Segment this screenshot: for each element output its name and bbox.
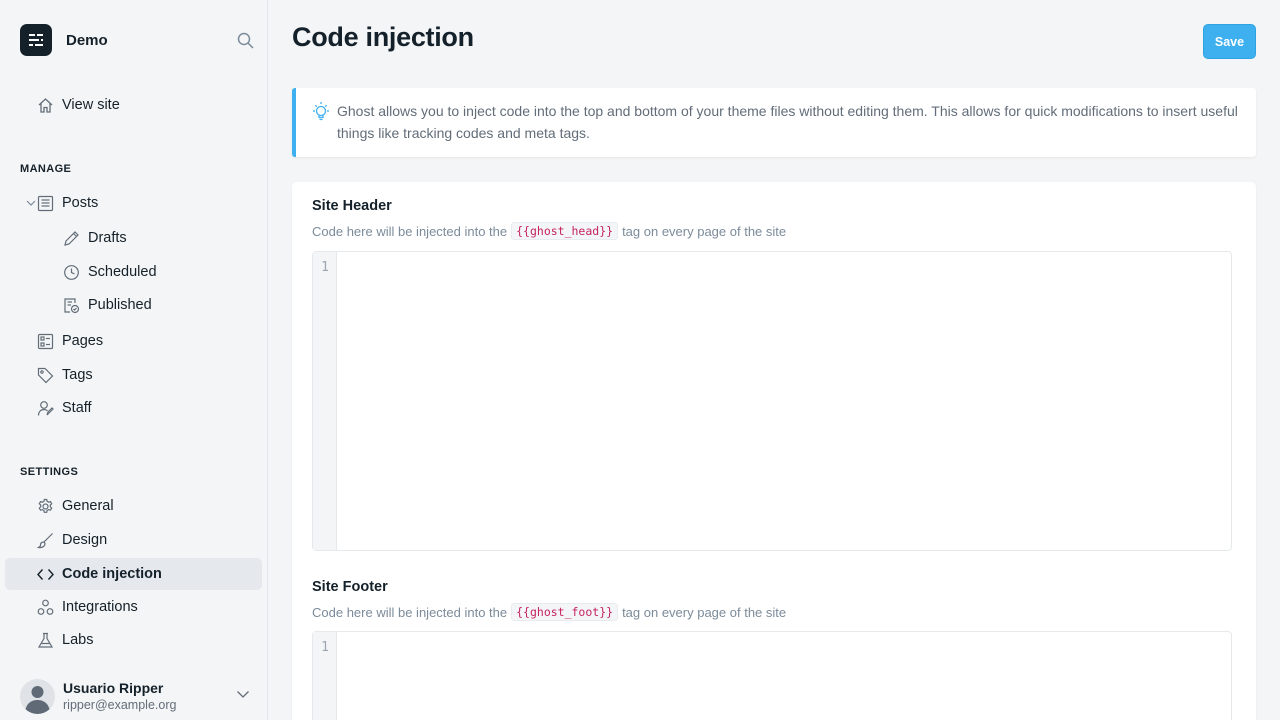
site-header-description: Code here will be injected into the {{gh…: [312, 222, 786, 240]
ghost-head-code: {{ghost_head}}: [511, 222, 619, 240]
line-number: 1: [321, 640, 329, 655]
nav-general[interactable]: General: [5, 490, 262, 522]
staff-icon: [36, 399, 54, 417]
nav-integrations-label: Integrations: [62, 599, 138, 615]
tag-icon: [36, 366, 54, 384]
settings-heading: SETTINGS: [20, 466, 79, 478]
nav-pages-label: Pages: [62, 333, 104, 349]
editor-gutter: 1: [313, 252, 337, 550]
pencil-icon: [62, 229, 80, 247]
site-footer-desc-before: Code here will be injected into the: [312, 604, 508, 620]
published-icon: [62, 296, 80, 314]
nav-published-label: Published: [88, 297, 152, 313]
integrations-icon: [36, 598, 54, 616]
nav-staff-label: Staff: [62, 400, 92, 416]
nav-code-injection[interactable]: Code injection: [5, 558, 262, 590]
nav-tags-label: Tags: [62, 367, 93, 383]
nav-design[interactable]: Design: [5, 524, 262, 556]
line-number: 1: [321, 260, 329, 275]
sidebar: Demo View site MANAGE Posts Drafts Sched…: [0, 0, 268, 720]
brand-header: Demo: [20, 24, 256, 56]
avatar: [20, 678, 55, 714]
user-name: Usuario Ripper: [63, 679, 164, 696]
site-footer-desc-after: tag on every page of the site: [622, 604, 787, 620]
site-footer-title: Site Footer: [312, 579, 388, 595]
manage-heading: MANAGE: [20, 163, 72, 175]
flask-icon: [36, 631, 54, 649]
nav-view-site[interactable]: View site: [5, 89, 262, 121]
nav-posts-label: Posts: [62, 195, 99, 211]
nav-tags[interactable]: Tags: [5, 359, 262, 391]
site-header-title: Site Header: [312, 198, 392, 214]
info-text: Ghost allows you to inject code into the…: [337, 103, 1238, 141]
nav-labs[interactable]: Labs: [5, 624, 262, 656]
save-button[interactable]: Save: [1203, 24, 1256, 59]
nav-staff[interactable]: Staff: [5, 392, 262, 424]
code-icon: [36, 565, 54, 583]
site-logo-icon[interactable]: [20, 24, 52, 56]
search-icon[interactable]: [236, 31, 254, 49]
user-menu[interactable]: Usuario Ripper ripper@example.org: [20, 676, 256, 716]
site-footer-editor[interactable]: 1: [312, 631, 1232, 720]
nav-scheduled[interactable]: Scheduled: [5, 256, 262, 288]
home-icon: [36, 96, 54, 114]
editor-gutter: 1: [313, 632, 337, 720]
nav-integrations[interactable]: Integrations: [5, 591, 262, 623]
site-name[interactable]: Demo: [66, 32, 108, 49]
page-title: Code injection: [292, 22, 474, 52]
chevron-down-icon[interactable]: [26, 198, 36, 208]
nav-labs-label: Labs: [62, 632, 94, 648]
posts-icon: [36, 194, 54, 212]
code-injection-card: Site Header Code here will be injected i…: [292, 182, 1256, 720]
nav-design-label: Design: [62, 532, 108, 548]
nav-general-label: General: [62, 498, 114, 514]
user-email: ripper@example.org: [63, 697, 177, 712]
pages-icon: [36, 332, 54, 350]
ghost-foot-code: {{ghost_foot}}: [511, 603, 619, 621]
nav-view-site-label: View site: [62, 97, 120, 113]
site-header-desc-before: Code here will be injected into the: [312, 223, 508, 239]
nav-drafts[interactable]: Drafts: [5, 222, 262, 254]
nav-code-injection-label: Code injection: [62, 566, 162, 582]
info-callout: Ghost allows you to inject code into the…: [292, 88, 1256, 157]
nav-published[interactable]: Published: [5, 289, 262, 321]
nav-drafts-label: Drafts: [88, 230, 127, 246]
chevron-down-icon[interactable]: [236, 687, 250, 706]
user-info: Usuario Ripper ripper@example.org: [63, 679, 176, 713]
nav-pages[interactable]: Pages: [5, 325, 262, 357]
lightbulb-icon: [311, 101, 331, 121]
nav-scheduled-label: Scheduled: [88, 264, 157, 280]
gear-icon: [36, 497, 54, 515]
site-header-editor[interactable]: 1: [312, 251, 1232, 551]
brush-icon: [36, 531, 54, 549]
site-footer-description: Code here will be injected into the {{gh…: [312, 603, 786, 621]
nav-posts[interactable]: Posts: [5, 187, 262, 219]
site-header-desc-after: tag on every page of the site: [622, 223, 787, 239]
clock-icon: [62, 263, 80, 281]
